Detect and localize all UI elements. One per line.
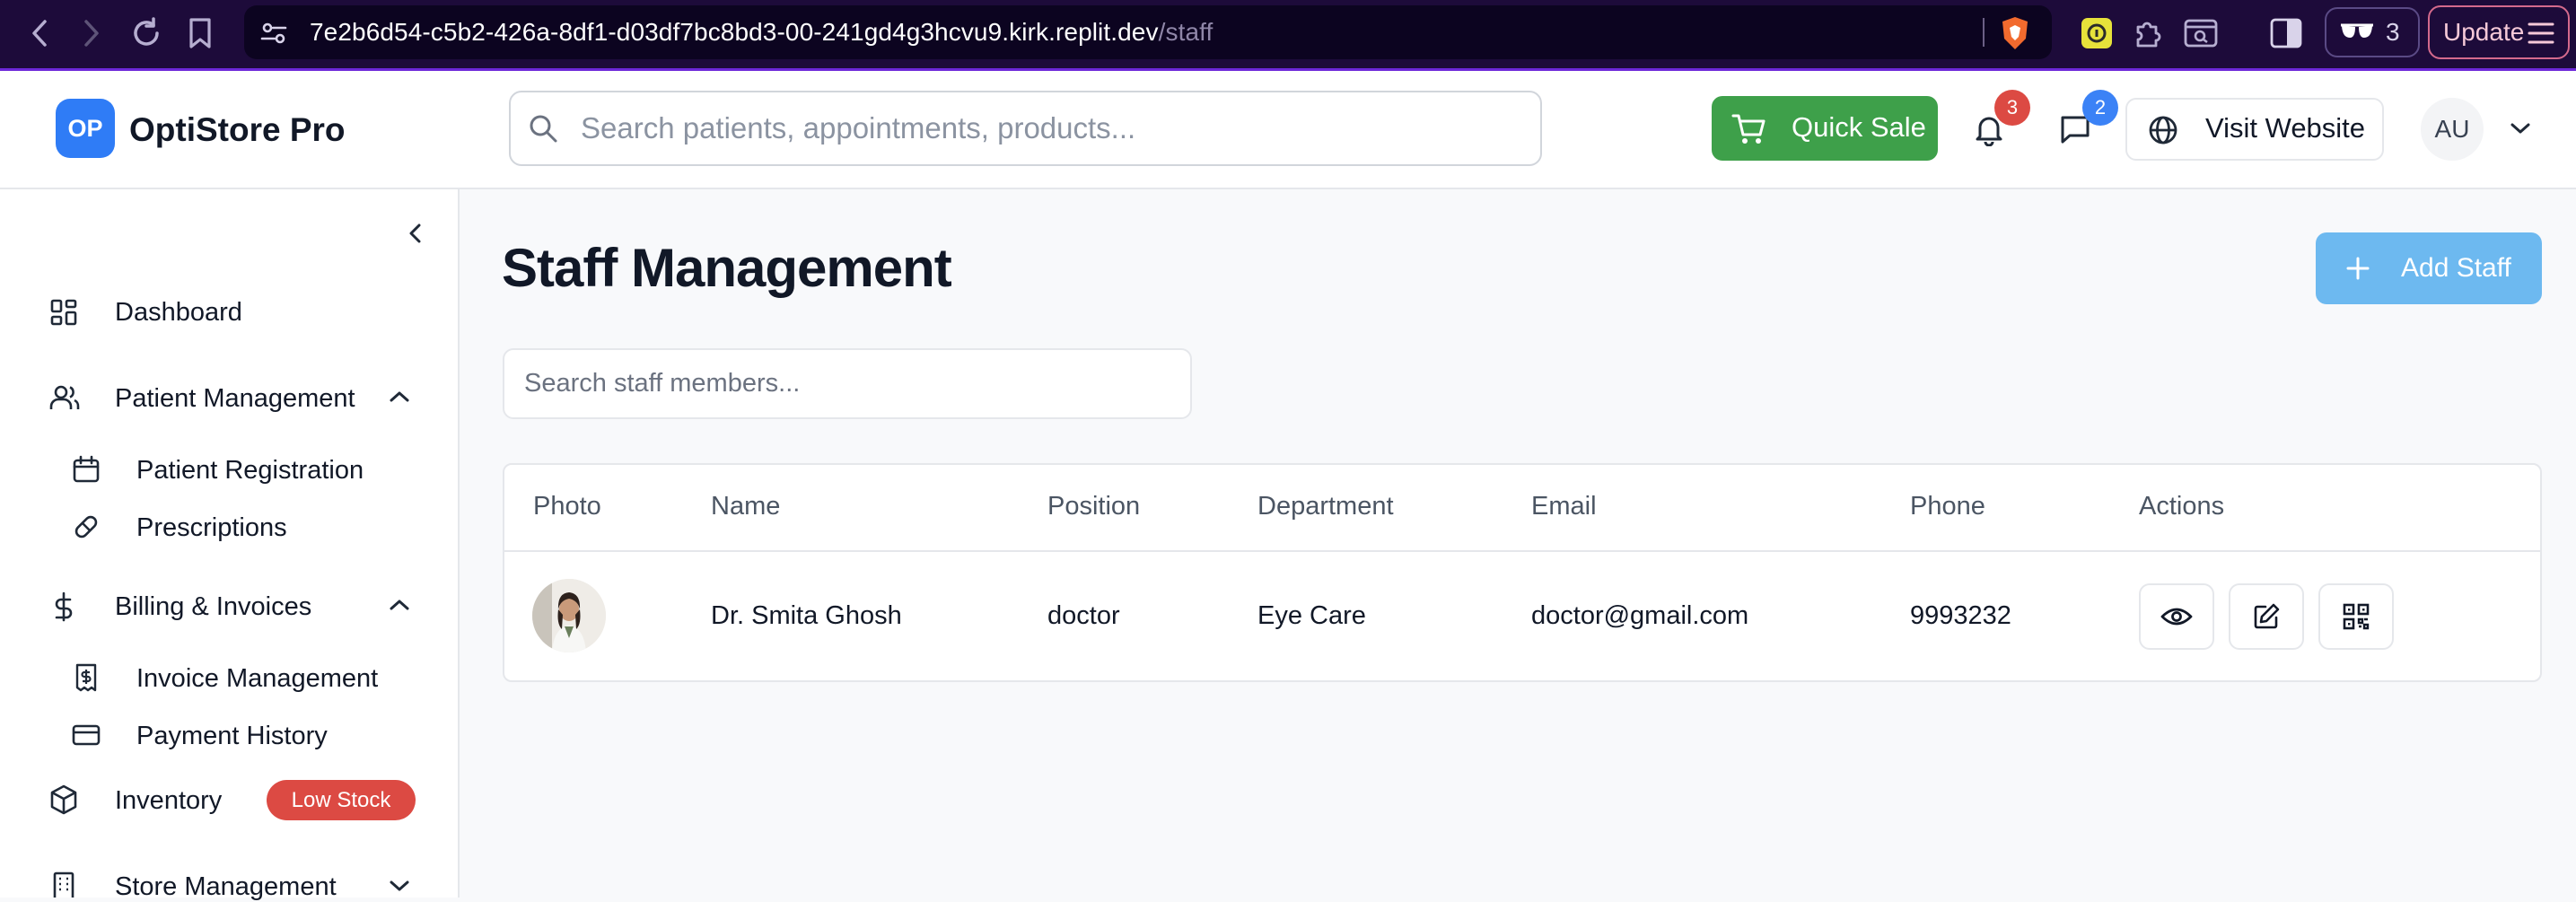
calendar-icon <box>73 455 100 483</box>
dollar-icon <box>55 591 73 622</box>
staff-photo <box>532 579 606 652</box>
chevron-down-icon[interactable] <box>388 877 411 895</box>
dashboard-icon <box>50 299 77 326</box>
building-icon <box>53 871 74 898</box>
pill-icon <box>74 515 98 539</box>
plus-icon <box>2346 257 2370 280</box>
qr-code-icon <box>2343 603 2370 630</box>
forward-icon[interactable] <box>77 18 104 48</box>
staff-name: Dr. Smita Ghosh <box>711 601 902 630</box>
global-search-input[interactable] <box>581 93 1523 163</box>
menu-icon <box>2528 22 2554 44</box>
logo[interactable]: OP <box>56 99 115 158</box>
column-header-email: Email <box>1531 492 1597 521</box>
edit-icon <box>2254 603 2280 629</box>
column-header-actions: Actions <box>2139 492 2225 521</box>
cart-icon <box>1731 114 1766 144</box>
brave-shield-icon[interactable] <box>2000 15 2030 51</box>
brand-name[interactable]: OptiStore Pro <box>129 111 346 149</box>
back-icon[interactable] <box>27 18 54 48</box>
sidebar-label-inventory: Inventory <box>115 786 223 815</box>
sidebar-label-billing-invoices: Billing & Invoices <box>115 592 312 621</box>
credit-card-icon <box>72 724 101 746</box>
staff-search-input[interactable] <box>524 351 1170 416</box>
sidebar-label-dashboard: Dashboard <box>115 298 242 327</box>
sidebar-label-invoice-management: Invoice Management <box>136 664 379 693</box>
extension-icon[interactable] <box>2081 17 2113 49</box>
sidebar-toggle-icon[interactable] <box>2269 16 2303 50</box>
collapse-sidebar-icon[interactable] <box>404 221 427 246</box>
bookmark-icon[interactable] <box>187 16 214 50</box>
column-header-name: Name <box>711 492 781 521</box>
tab-search-icon[interactable] <box>2183 16 2219 50</box>
low-stock-badge: Low Stock <box>267 780 416 820</box>
glasses-icon <box>2341 23 2373 38</box>
visit-website-label: Visit Website <box>2205 112 2366 144</box>
qr-code-button[interactable] <box>2318 583 2394 650</box>
update-label: Update <box>2443 18 2525 46</box>
view-staff-button[interactable] <box>2139 583 2214 650</box>
column-header-phone: Phone <box>1910 492 1985 521</box>
staff-phone: 9993232 <box>1910 601 2011 630</box>
notification-badge: 3 <box>1994 90 2030 126</box>
staff-photo-image <box>532 579 606 652</box>
url-divider <box>1983 18 1985 47</box>
eye-icon <box>2160 608 2193 626</box>
reload-icon[interactable] <box>129 16 163 50</box>
staff-email: doctor@gmail.com <box>1531 601 1749 630</box>
quick-sale-label: Quick Sale <box>1792 111 1926 143</box>
sidebar-label-prescriptions: Prescriptions <box>136 513 287 542</box>
sidebar-label-store-management: Store Management <box>115 872 337 901</box>
url-path: /staff <box>1158 18 1214 46</box>
add-staff-label: Add Staff <box>2401 253 2511 283</box>
extension-count: 3 <box>2386 18 2400 46</box>
message-badge: 2 <box>2082 90 2118 126</box>
sidebar-label-patient-management: Patient Management <box>115 384 355 413</box>
chevron-down-icon[interactable] <box>2509 119 2532 137</box>
globe-icon <box>2149 116 2177 144</box>
user-avatar[interactable]: AU <box>2421 98 2484 161</box>
receipt-icon <box>75 663 97 692</box>
puzzle-icon[interactable] <box>2131 16 2165 50</box>
sidebar-label-patient-registration: Patient Registration <box>136 456 364 485</box>
staff-department: Eye Care <box>1257 601 1366 630</box>
package-icon <box>50 784 77 815</box>
column-header-photo: Photo <box>533 492 601 521</box>
search-icon <box>530 115 557 143</box>
sidebar-label-payment-history: Payment History <box>136 722 328 750</box>
chevron-up-icon[interactable] <box>388 596 411 614</box>
sliders-icon[interactable] <box>258 18 289 48</box>
staff-position: doctor <box>1047 601 1120 630</box>
chevron-up-icon[interactable] <box>388 388 411 406</box>
users-icon <box>49 385 80 409</box>
column-header-department: Department <box>1257 492 1394 521</box>
url-text[interactable]: 7e2b6d54-c5b2-426a-8df1-d03df7bc8bd3-00-… <box>310 18 1213 47</box>
page-title: Staff Management <box>502 238 952 298</box>
edit-staff-button[interactable] <box>2229 583 2304 650</box>
column-header-position: Position <box>1047 492 1141 521</box>
